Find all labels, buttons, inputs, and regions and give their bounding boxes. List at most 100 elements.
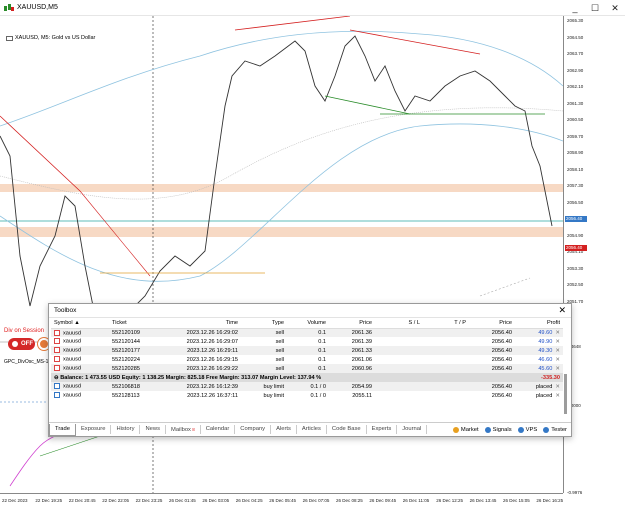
time-axis[interactable]: 22 Dec 2023 22 Dec 19:25 22 Dec 20:45 22 De…	[0, 493, 563, 509]
minimize-button[interactable]: _	[565, 0, 585, 16]
cell-ticket: 552120285	[109, 364, 161, 373]
close-position-icon[interactable]: ✕	[555, 366, 560, 372]
column-header[interactable]: Symbol ▲	[51, 318, 109, 329]
tab-mailbox[interactable]: Mailbox 8	[166, 425, 201, 434]
resistance-zone	[0, 184, 563, 192]
cell-symbol: xauusd	[51, 391, 109, 400]
cell-time: 2023.12.26 16:29:11	[161, 346, 241, 355]
balance-text: ⊖ Balance: 1 473.55 USD Equity: 1 138.25…	[51, 373, 515, 382]
toggle-dot-icon	[12, 341, 18, 347]
tab-experts[interactable]: Experts	[367, 425, 398, 434]
market-icon	[452, 426, 459, 433]
tab-market[interactable]: Market	[452, 426, 479, 433]
cell-symbol: xauusd	[51, 382, 109, 391]
cell-cur: 2056.40	[469, 382, 515, 391]
cell-sl	[375, 382, 423, 391]
close-position-icon[interactable]: ✕	[555, 393, 560, 399]
price-tick: 2062.90	[567, 67, 584, 73]
order-icon	[54, 383, 60, 390]
column-header[interactable]: Profit	[515, 318, 563, 329]
tab-alerts[interactable]: Alerts	[271, 425, 297, 434]
close-icon[interactable]: ✕	[558, 305, 566, 316]
time-tick: 26 Dec 09:45	[369, 498, 397, 503]
column-header[interactable]: Price	[469, 318, 515, 329]
table-row[interactable]: xauusd 552120224 2023.12.26 16:29:15 sell 0.…	[51, 355, 563, 364]
tab-tester[interactable]: Tester	[543, 426, 567, 433]
tab-journal[interactable]: Journal	[397, 425, 428, 434]
maximize-button[interactable]: ☐	[585, 0, 605, 16]
scrollbar[interactable]	[564, 374, 567, 414]
cell-symbol: xauusd	[51, 355, 109, 364]
cell-profit: 46.60 ✕	[538, 356, 560, 363]
price-tick: 2053.30	[567, 265, 584, 271]
tab-signals[interactable]: Signals	[484, 426, 512, 433]
price-tick: 2063.70	[567, 51, 584, 56]
time-tick: 22 Dec 19:25	[35, 498, 63, 503]
tab-calendar[interactable]: Calendar	[201, 425, 236, 434]
tab-company[interactable]: Company	[235, 425, 272, 434]
tab-articles[interactable]: Articles	[297, 425, 327, 434]
time-tick: 22 Dec 23:25	[135, 498, 163, 503]
cell-ticket: 552128113	[112, 392, 140, 399]
cell-tp	[423, 391, 469, 400]
table-row[interactable]: xauusd 552120285 2023.12.26 16:29:22 sell 0.…	[51, 364, 563, 373]
close-position-icon[interactable]: ✕	[555, 348, 560, 354]
cell-ticket: 552120109	[109, 328, 161, 337]
table-row[interactable]: xauusd 552120144 2023.12.26 16:29:07 sell 0.…	[51, 337, 563, 346]
tab-news[interactable]: News	[140, 425, 166, 434]
cell-symbol: xauusd	[51, 364, 109, 373]
toolbox-right-tabs: Market Signals VPS Tester	[452, 426, 571, 433]
cell-cur: 2056.40	[491, 338, 512, 345]
price-tick: 2065.30	[567, 18, 584, 23]
tab-trade[interactable]: Trade	[49, 423, 76, 436]
off-toggle-button[interactable]: OFF	[8, 338, 35, 350]
close-button[interactable]: ✕	[605, 0, 625, 16]
cell-ticket: 552120177	[109, 346, 161, 355]
column-header[interactable]: Volume	[287, 318, 329, 329]
tab-history[interactable]: History	[111, 425, 141, 434]
cell-symbol: xauusd	[51, 328, 109, 337]
close-position-icon[interactable]: ✕	[555, 330, 560, 336]
close-position-icon[interactable]: ✕	[555, 384, 560, 390]
cell-tp	[423, 328, 469, 337]
cell-time: 2023.12.26 16:37:11	[187, 392, 238, 399]
column-header[interactable]: Time	[161, 318, 241, 329]
tab-vps[interactable]: VPS	[517, 426, 537, 433]
table-row[interactable]: xauusd 552106818 2023.12.26 16:12:39 buy li…	[51, 382, 563, 391]
price-tick: 2062.10	[567, 84, 584, 89]
close-position-icon[interactable]: ✕	[555, 357, 560, 363]
trendline-top	[234, 16, 351, 31]
price-axis[interactable]: 2065.30 2064.50 2063.70 2062.90 2062.10 2061.…	[563, 16, 625, 495]
cell-profit: 49.30 ✕	[515, 346, 563, 355]
column-header[interactable]: T / P	[423, 318, 469, 329]
upper-band	[0, 30, 563, 127]
close-position-icon[interactable]: ✕	[555, 339, 560, 345]
table-row[interactable]: xauusd 552120177 2023.12.26 16:29:11 sell 0.…	[51, 346, 563, 355]
cell-time: 2023.12.26 16:12:39	[161, 382, 241, 391]
cell-volume: 0.1	[318, 356, 326, 363]
time-tick: 26 Dec 16:25	[536, 498, 564, 503]
time-tick: 26 Dec 04:25	[235, 498, 263, 503]
indicator-label: GPC_DivOsc_MS-1	[4, 359, 49, 365]
position-icon	[54, 347, 60, 354]
price-tick: 2056.50	[567, 199, 584, 205]
balance-profit: -335.30	[515, 373, 563, 382]
cell-type: buy limit	[263, 392, 284, 399]
column-header[interactable]: S / L	[375, 318, 423, 329]
cell-volume: 0.1 / 0	[310, 392, 326, 399]
table-row[interactable]: xauusd 552128113 2023.12.26 16:37:11 buy li…	[51, 391, 563, 400]
column-header[interactable]: Price	[329, 318, 375, 329]
chart-app-icon	[4, 3, 14, 11]
cell-price: 2061.36	[329, 328, 375, 337]
tester-icon	[543, 426, 550, 433]
price-series	[0, 35, 553, 317]
tab-code-base[interactable]: Code Base	[327, 425, 367, 434]
window-controls: _ ☐ ✕	[565, 0, 625, 16]
cell-type: sell	[275, 338, 284, 345]
cell-type: sell	[241, 364, 287, 373]
column-header[interactable]: Type	[241, 318, 287, 329]
time-tick: 26 Dec 12:25	[436, 498, 463, 503]
column-header[interactable]: Ticket	[109, 318, 161, 329]
tab-exposure[interactable]: Exposure	[76, 425, 112, 434]
table-row[interactable]: xauusd 552120109 2023.12.26 16:29:02 sell 0.…	[51, 328, 563, 337]
